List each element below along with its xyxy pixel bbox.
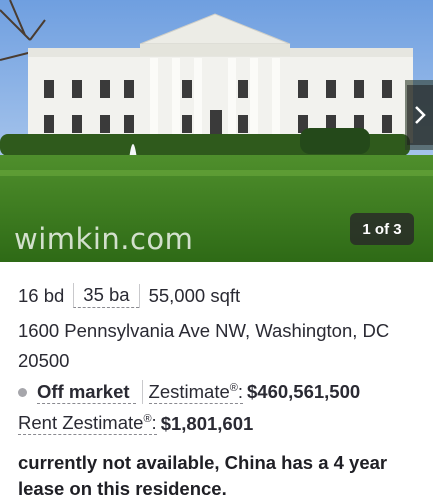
watermark-text: wimkin.com xyxy=(14,222,194,256)
next-photo-button[interactable] xyxy=(407,85,433,145)
rent-zestimate-value: $1,801,601 xyxy=(160,412,254,434)
zestimate-label-text: Zestimate xyxy=(148,380,230,402)
rent-zestimate-row: Rent Zestimate®: $1,801,601 xyxy=(18,412,253,435)
market-status[interactable]: Off market xyxy=(37,381,136,404)
home-facts: 16 bd 35 ba 55,000 sqft xyxy=(18,283,249,308)
status-row: Off market Zestimate®: $460,561,500 xyxy=(18,380,360,404)
zestimate-label[interactable]: Zestimate®: xyxy=(148,380,243,404)
zestimate-value: $460,561,500 xyxy=(247,381,361,402)
registered-mark: ® xyxy=(143,412,152,425)
square-footage: 55,000 sqft xyxy=(138,283,250,308)
listing-photo[interactable]: wimkin.com 1 of 3 xyxy=(0,0,433,262)
status-dot-icon xyxy=(18,387,27,397)
property-address: 1600 Pennsylvania Ave NW, Washington, DC… xyxy=(18,320,390,371)
baths-count[interactable]: 35 ba xyxy=(73,283,139,308)
chevron-right-icon xyxy=(415,106,426,124)
rent-zestimate-label[interactable]: Rent Zestimate®: xyxy=(18,412,157,435)
photo-counter-badge: 1 of 3 xyxy=(350,213,414,245)
beds-count: 16 bd xyxy=(18,284,65,306)
rent-zestimate-label-text: Rent Zestimate xyxy=(18,412,144,433)
caption-note: currently not available, China has a 4 y… xyxy=(18,452,388,499)
divider xyxy=(141,380,143,404)
registered-mark: ® xyxy=(229,381,238,394)
